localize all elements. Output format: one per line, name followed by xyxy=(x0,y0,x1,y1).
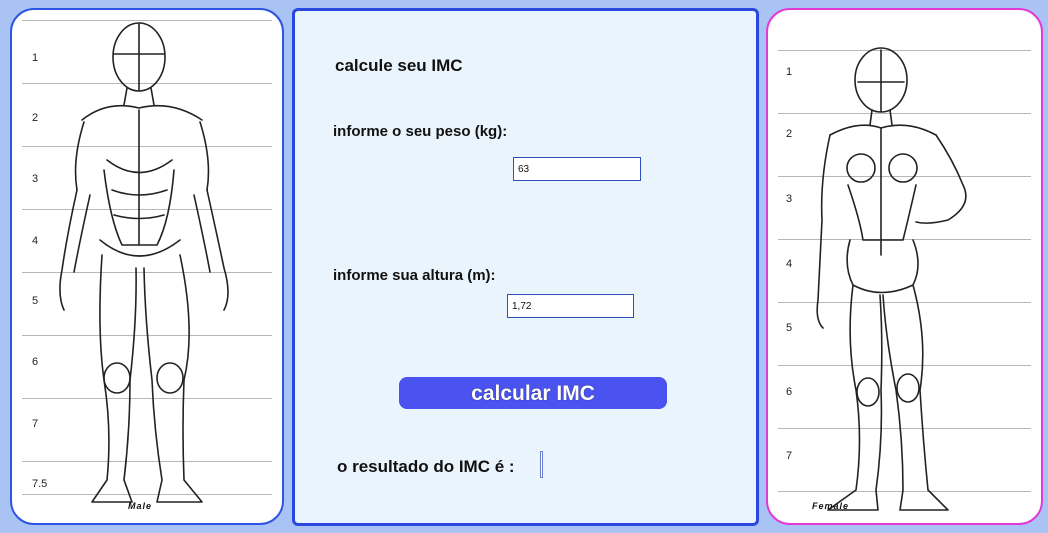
height-input[interactable] xyxy=(507,294,634,318)
result-field[interactable] xyxy=(540,451,543,478)
male-proportion-chart: 1 2 3 4 5 6 7 7.5 Male xyxy=(10,8,284,525)
weight-input[interactable] xyxy=(513,157,641,181)
male-figure-sketch xyxy=(59,22,229,503)
result-label: o resultado do IMC é : xyxy=(337,457,515,476)
height-label: informe sua altura (m): xyxy=(333,267,496,284)
calculate-imc-button[interactable]: calcular IMC xyxy=(399,377,667,409)
imc-form-panel: calcule seu IMC informe o seu peso (kg):… xyxy=(292,8,759,526)
page-title: calcule seu IMC xyxy=(335,56,463,75)
male-caption: Male xyxy=(128,501,153,511)
female-figure-sketch xyxy=(816,47,967,511)
weight-label: informe o seu peso (kg): xyxy=(333,123,508,140)
female-caption: Female xyxy=(812,501,850,511)
female-proportion-chart: 1 2 3 4 5 6 7 Female xyxy=(766,8,1043,525)
